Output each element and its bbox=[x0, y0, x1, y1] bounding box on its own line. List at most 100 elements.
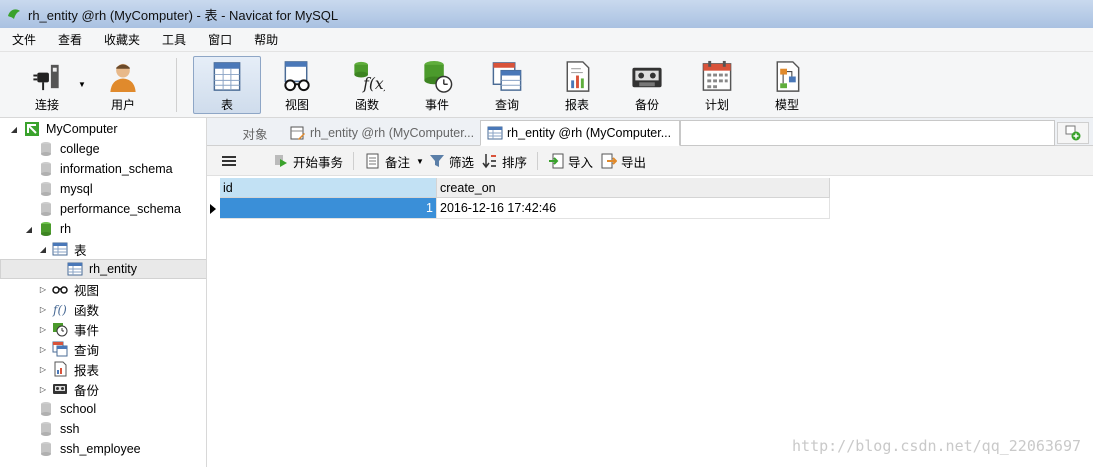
cell-create-on[interactable]: 2016-12-16 17:42:46 bbox=[437, 198, 830, 219]
tree-item-views[interactable]: ▷ 视图 bbox=[0, 279, 206, 299]
tree-item-queries[interactable]: ▷ 查询 bbox=[0, 339, 206, 359]
tree-item-school[interactable]: school bbox=[0, 399, 206, 419]
query-icon bbox=[52, 341, 68, 357]
memo-dropdown-icon[interactable]: ▼ bbox=[416, 157, 424, 166]
tree-item-reports[interactable]: ▷ 报表 bbox=[0, 359, 206, 379]
table-icon bbox=[67, 262, 83, 276]
column-header-create-on[interactable]: create_on bbox=[437, 178, 830, 198]
user-label: 用户 bbox=[110, 98, 135, 112]
cell-id[interactable]: 1 bbox=[220, 198, 437, 219]
sort-icon bbox=[482, 154, 496, 169]
backup-icon bbox=[632, 67, 662, 88]
svg-text:f(x): f(x) bbox=[362, 75, 385, 93]
tree-item-label: 查询 bbox=[74, 343, 100, 358]
export-button[interactable]: 导出 bbox=[601, 152, 646, 170]
collapse-icon[interactable]: ◢ bbox=[24, 225, 34, 234]
tab-rh-entity-design[interactable]: rh_entity @rh (MyComputer... bbox=[283, 120, 479, 146]
menu-help[interactable]: 帮助 bbox=[246, 31, 286, 48]
menu-window[interactable]: 窗口 bbox=[200, 31, 240, 48]
tree-item-information-schema[interactable]: information_schema bbox=[0, 159, 206, 179]
query-button[interactable]: 查询 bbox=[473, 56, 541, 114]
database-icon bbox=[41, 182, 51, 196]
window-title: rh_entity @rh (MyComputer) - 表 - Navicat… bbox=[28, 7, 339, 23]
table-design-icon bbox=[290, 126, 305, 140]
model-icon bbox=[776, 61, 800, 92]
tree-item-rh[interactable]: ◢ rh bbox=[0, 219, 206, 239]
tree-item-mysql[interactable]: mysql bbox=[0, 179, 206, 199]
tree-item-performance-schema[interactable]: performance_schema bbox=[0, 199, 206, 219]
database-icon bbox=[41, 402, 51, 416]
menu-view[interactable]: 查看 bbox=[50, 31, 90, 48]
tree-item-label: rh bbox=[60, 222, 72, 236]
tab-objects[interactable]: 对象 bbox=[225, 120, 285, 146]
tree-item-label: 函数 bbox=[74, 303, 100, 318]
tree-item-college[interactable]: college bbox=[0, 139, 206, 159]
filter-button[interactable]: 筛选 bbox=[429, 152, 474, 170]
expand-icon[interactable]: ▷ bbox=[38, 345, 48, 354]
report-button[interactable]: 报表 bbox=[543, 56, 611, 114]
calendar-icon bbox=[702, 60, 732, 91]
collapse-icon[interactable]: ◢ bbox=[38, 245, 48, 254]
expand-icon[interactable]: ▷ bbox=[38, 365, 48, 374]
memo-label: 备注 bbox=[385, 155, 411, 170]
menu-tools[interactable]: 工具 bbox=[154, 31, 194, 48]
report-label: 报表 bbox=[564, 98, 589, 112]
expand-icon[interactable]: ▷ bbox=[38, 325, 48, 334]
sort-label: 排序 bbox=[502, 155, 528, 170]
import-icon bbox=[549, 153, 564, 169]
glasses-icon bbox=[52, 286, 68, 294]
model-button[interactable]: 模型 bbox=[753, 56, 821, 114]
expand-icon[interactable]: ▷ bbox=[38, 285, 48, 294]
tree-item-ssh-employee[interactable]: ssh_employee bbox=[0, 439, 206, 459]
tree-item-label: 报表 bbox=[74, 363, 100, 378]
svg-text:f(): f() bbox=[52, 303, 67, 317]
watermark: http://blog.csdn.net/qq_22063697 bbox=[792, 437, 1081, 455]
model-label: 模型 bbox=[774, 98, 799, 112]
tree-item-functions[interactable]: ▷ f() 函数 bbox=[0, 299, 206, 319]
database-icon bbox=[41, 202, 51, 216]
user-button[interactable]: 用户 bbox=[89, 56, 157, 114]
event-button[interactable]: 事件 bbox=[403, 56, 471, 114]
expand-icon[interactable]: ▷ bbox=[38, 385, 48, 394]
tree-item-tables[interactable]: ◢ 表 bbox=[0, 239, 206, 259]
view-button[interactable]: 视图 bbox=[263, 56, 331, 114]
collapse-icon[interactable]: ◢ bbox=[9, 125, 19, 134]
schedule-label: 计划 bbox=[704, 98, 729, 112]
column-header-id[interactable]: id bbox=[220, 178, 437, 198]
import-button[interactable]: 导入 bbox=[548, 152, 593, 170]
title-bar: rh_entity @rh (MyComputer) - 表 - Navicat… bbox=[0, 0, 1093, 28]
sort-button[interactable]: 排序 bbox=[482, 152, 527, 170]
navicat-icon bbox=[8, 9, 20, 19]
begin-transaction-button[interactable]: 开始事务 bbox=[273, 152, 343, 170]
new-tab-button[interactable] bbox=[1057, 122, 1089, 144]
memo-button[interactable]: 备注 ▼ bbox=[365, 152, 424, 170]
backup-button[interactable]: 备份 bbox=[613, 56, 681, 114]
table-row[interactable]: 1 2016-12-16 17:42:46 bbox=[220, 198, 830, 219]
connection-button[interactable]: 连接 bbox=[13, 56, 81, 114]
tab-rh-entity-data[interactable]: rh_entity @rh (MyComputer... bbox=[480, 120, 680, 146]
connection-dropdown-icon[interactable]: ▼ bbox=[78, 80, 86, 89]
tree-item-label: ssh_employee bbox=[60, 442, 141, 456]
function-button[interactable]: f(x) 函数 bbox=[333, 56, 401, 114]
function-label: 函数 bbox=[354, 98, 379, 112]
menu-button[interactable] bbox=[221, 152, 241, 170]
schedule-button[interactable]: 计划 bbox=[683, 56, 751, 114]
tab-label: 对象 bbox=[242, 127, 268, 142]
menu-file[interactable]: 文件 bbox=[4, 31, 44, 48]
tree-item-label: college bbox=[60, 142, 100, 156]
menu-favorites[interactable]: 收藏夹 bbox=[96, 31, 148, 48]
query-icon bbox=[492, 62, 522, 91]
event-icon bbox=[424, 60, 453, 93]
table-button[interactable]: 表 bbox=[193, 56, 261, 114]
tree-item-backups[interactable]: ▷ 备份 bbox=[0, 379, 206, 399]
tree-item-mycomputer[interactable]: ◢ MyComputer bbox=[0, 119, 206, 139]
tree-item-ssh[interactable]: ssh bbox=[0, 419, 206, 439]
tree-item-rh-entity[interactable]: rh_entity bbox=[0, 259, 206, 279]
tree-item-events[interactable]: ▷ 事件 bbox=[0, 319, 206, 339]
view-label: 视图 bbox=[284, 98, 309, 112]
function-icon: f() bbox=[52, 303, 67, 317]
expand-icon[interactable]: ▷ bbox=[38, 305, 48, 314]
tree-item-label: MyComputer bbox=[46, 122, 118, 136]
memo-icon bbox=[366, 153, 379, 169]
tree-item-label: 事件 bbox=[74, 323, 100, 338]
